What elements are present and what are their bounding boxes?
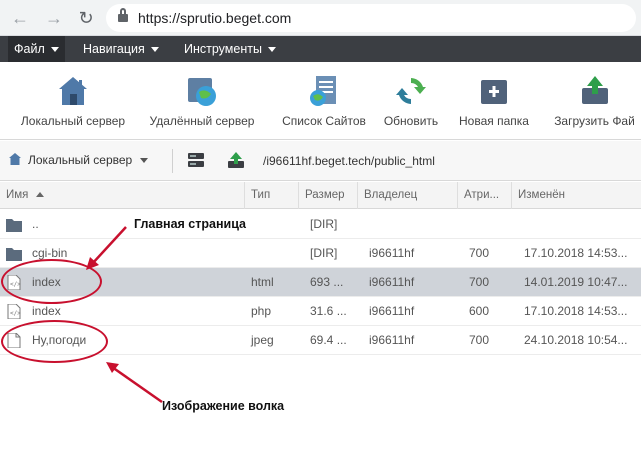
annotation-arrows [86,226,163,404]
annotation-wolf-image: Изображение волка [162,399,285,413]
annotation-main-page: Главная страница [134,217,246,231]
